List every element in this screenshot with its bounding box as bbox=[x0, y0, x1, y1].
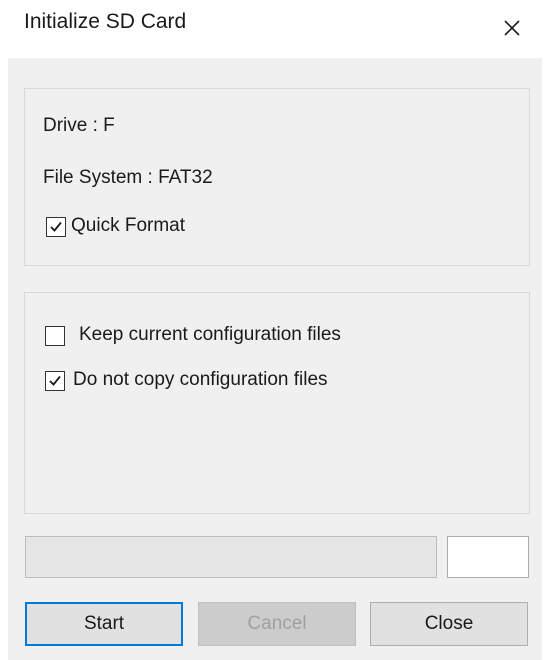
config-options-group: Keep current configuration files Do not … bbox=[24, 292, 530, 514]
no-copy-config-label[interactable]: Do not copy configuration files bbox=[73, 369, 328, 391]
no-copy-config-checkbox[interactable] bbox=[45, 371, 65, 391]
keep-config-checkbox[interactable] bbox=[45, 326, 65, 346]
drive-label: Drive : F bbox=[43, 115, 115, 136]
cancel-button[interactable]: Cancel bbox=[198, 602, 356, 646]
progress-percent-box bbox=[447, 536, 529, 578]
window-title: Initialize SD Card bbox=[24, 10, 187, 33]
drive-info-group: Drive : F File System : FAT32 Quick Form… bbox=[24, 88, 530, 266]
title-bar: Initialize SD Card bbox=[0, 0, 548, 56]
quick-format-label[interactable]: Quick Format bbox=[71, 215, 185, 237]
file-system-label: File System : FAT32 bbox=[43, 167, 213, 188]
checkmark-icon bbox=[50, 221, 62, 232]
quick-format-checkbox[interactable] bbox=[46, 217, 66, 237]
progress-bar bbox=[25, 536, 437, 578]
start-button[interactable]: Start bbox=[25, 602, 183, 646]
keep-config-label[interactable]: Keep current configuration files bbox=[79, 324, 341, 346]
close-icon[interactable] bbox=[496, 12, 528, 44]
checkmark-icon bbox=[49, 375, 61, 386]
close-button[interactable]: Close bbox=[370, 602, 528, 646]
